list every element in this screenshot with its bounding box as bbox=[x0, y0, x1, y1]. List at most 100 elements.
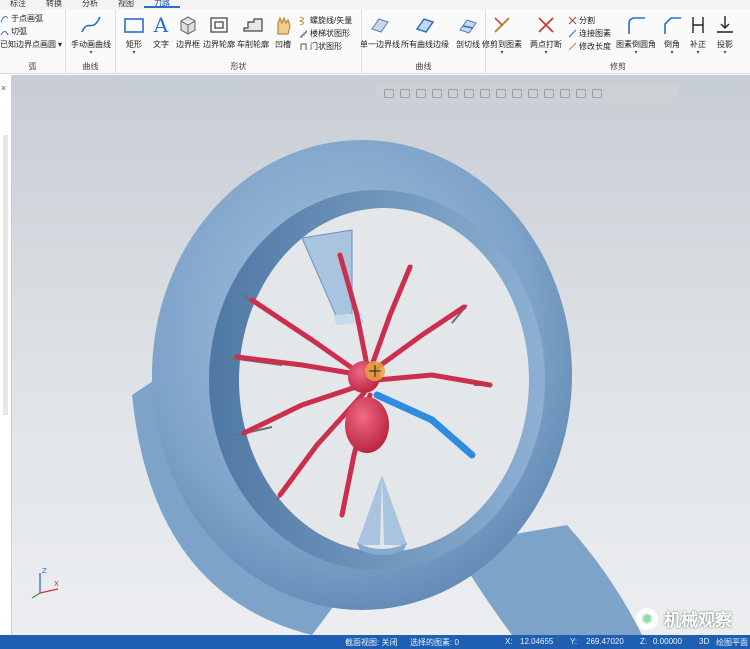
selected-count-status: 选择的图素: 0 bbox=[410, 638, 459, 647]
group-label-trim: 修剪 bbox=[610, 62, 626, 71]
x-coord-value: 12.04655 bbox=[520, 637, 554, 646]
fillet-entities-label: 图素倒圆角 bbox=[616, 40, 656, 49]
tab-transform[interactable]: 转换 bbox=[36, 0, 72, 8]
chevron-down-icon: ▾ bbox=[58, 40, 63, 49]
ribbon-group-curve: 手动画曲线 ▾ 曲线 bbox=[66, 10, 116, 74]
project-button[interactable]: 投影 ▾ bbox=[705, 14, 745, 57]
surface-edge-icon bbox=[369, 14, 391, 36]
modify-length-button[interactable]: 修改长度 bbox=[568, 41, 611, 52]
ribbon-tab-strip: 标注 转换 分析 视图 刀路 bbox=[0, 0, 750, 10]
fillet-entities-button[interactable]: 图素倒圆角 ▾ bbox=[616, 14, 656, 57]
tab-toolpaths[interactable]: 刀路 bbox=[144, 0, 180, 8]
svg-text:X: X bbox=[54, 580, 59, 588]
section-view-status[interactable]: 截面视图: 关闭 bbox=[345, 637, 397, 648]
arc-icon bbox=[0, 14, 9, 23]
stair-icon bbox=[299, 29, 308, 38]
ribbon-group-arc: 于点画弧 切弧 已知边界点画圆 ▾ 弧 bbox=[0, 10, 66, 74]
chevron-down-icon: ▾ bbox=[500, 50, 504, 56]
group-label-surface-curves: 曲线 bbox=[415, 62, 432, 71]
box-icon bbox=[177, 14, 199, 36]
door-shape-button[interactable]: 门状图形 bbox=[299, 41, 342, 52]
surface-all-edges-icon bbox=[414, 14, 436, 36]
axis-triad-icon: Z X bbox=[28, 565, 62, 603]
all-edges-curve-button[interactable]: 所有曲线边缘 bbox=[401, 14, 449, 50]
single-edge-curve-label: 单一边界线 bbox=[360, 40, 400, 49]
tab-view[interactable]: 视图 bbox=[108, 0, 144, 8]
divide-button[interactable]: 分割 bbox=[568, 15, 595, 26]
door-shape-label: 门状图形 bbox=[310, 42, 342, 51]
groove-label: 凹槽 bbox=[275, 40, 291, 49]
ribbon: 于点画弧 切弧 已知边界点画圆 ▾ 弧 手动画曲线 ▾ 曲线 矩形 ▾ A 文字 bbox=[0, 10, 750, 74]
ribbon-group-shape: 矩形 ▾ A 文字 边界框 边界轮廓 车削轮廓 凹槽 螺旋线/矢量 楼梯状图形 … bbox=[116, 10, 362, 74]
y-coord-value: 269.47020 bbox=[586, 637, 624, 646]
status-bar: 截面视图: 关闭 选择的图素: 0 X: 12.04655 Y: 269.470… bbox=[0, 635, 750, 649]
manual-curve-button[interactable]: 手动画曲线 ▾ bbox=[71, 14, 111, 57]
spider-abdomen bbox=[345, 397, 389, 453]
all-edges-curve-label: 所有曲线边缘 bbox=[401, 40, 449, 49]
chevron-down-icon: ▾ bbox=[89, 50, 93, 56]
boundary-contour-label: 边界轮廓 bbox=[203, 40, 235, 49]
close-icon[interactable]: × bbox=[1, 83, 6, 93]
chevron-down-icon: ▾ bbox=[634, 50, 638, 56]
graphics-viewport[interactable]: Z X ✻ 机械观察 bbox=[12, 75, 750, 635]
plane-status[interactable]: 绘图平面 bbox=[716, 637, 748, 648]
svg-text:Z: Z bbox=[42, 567, 47, 575]
chevron-down-icon: ▾ bbox=[544, 50, 548, 56]
z-coord-value: 0.00000 bbox=[653, 637, 682, 646]
section-curve-icon bbox=[457, 14, 479, 36]
rectangle-label: 矩形 bbox=[126, 40, 142, 49]
chevron-down-icon: ▾ bbox=[723, 50, 727, 56]
trim-icon bbox=[491, 14, 513, 36]
fillet-icon bbox=[625, 14, 647, 36]
chevron-down-icon: ▾ bbox=[132, 50, 136, 56]
section-curve-label: 剖切线 bbox=[456, 40, 480, 49]
group-label-curve: 曲线 bbox=[82, 62, 99, 71]
tab-annotate[interactable]: 标注 bbox=[0, 0, 36, 8]
text-label: 文字 bbox=[153, 40, 169, 49]
wechat-icon: ✻ bbox=[636, 607, 658, 630]
door-icon bbox=[299, 42, 308, 51]
tab-analyze[interactable]: 分析 bbox=[72, 0, 108, 8]
circle-edge-points-label: 已知边界点画圆 bbox=[0, 40, 56, 49]
circle-edge-points-button[interactable]: 已知边界点画圆 ▾ bbox=[0, 39, 62, 50]
divide-label: 分割 bbox=[579, 16, 595, 25]
break-two-pieces-button[interactable]: 两点打断 ▾ bbox=[526, 14, 566, 57]
panel-scrollbar[interactable] bbox=[3, 135, 8, 415]
tangent-arc-icon bbox=[0, 27, 9, 36]
spline-icon bbox=[80, 14, 102, 36]
x-coord-label: X: bbox=[505, 637, 513, 646]
watermark-text: 机械观察 bbox=[664, 611, 732, 630]
join-icon bbox=[568, 29, 577, 38]
groove-button[interactable]: 凹槽 bbox=[263, 14, 303, 50]
tangent-arc-label: 切弧 bbox=[11, 27, 27, 36]
mode-toggle[interactable]: 3D bbox=[699, 637, 709, 646]
chevron-down-icon: ▾ bbox=[670, 50, 674, 56]
helix-icon bbox=[299, 16, 308, 25]
project-label: 投影 bbox=[717, 40, 733, 49]
helix-label: 螺旋线/矢量 bbox=[310, 16, 353, 25]
modify-length-label: 修改长度 bbox=[579, 42, 611, 51]
stair-shape-button[interactable]: 楼梯状图形 bbox=[299, 28, 350, 39]
trim-to-entity-button[interactable]: 修剪到图素 ▾ bbox=[482, 14, 522, 57]
project-icon bbox=[714, 14, 736, 36]
bounding-box-label: 边界框 bbox=[176, 40, 200, 49]
ribbon-group-trim: 修剪到图素 ▾ 两点打断 ▾ 分割 连接图素 修改长度 图素倒圆角 ▾ 倒角 ▾… bbox=[482, 10, 750, 74]
y-coord-label: Y: bbox=[570, 637, 578, 646]
single-edge-curve-button[interactable]: 单一边界线 bbox=[360, 14, 400, 50]
group-label-arc: 弧 bbox=[28, 62, 37, 71]
length-icon bbox=[568, 42, 577, 51]
helix-button[interactable]: 螺旋线/矢量 bbox=[299, 15, 352, 26]
z-coord-label: Z: bbox=[640, 637, 648, 646]
hand-icon bbox=[272, 14, 294, 36]
join-entities-label: 连接图素 bbox=[579, 29, 611, 38]
tangent-arc-button[interactable]: 切弧 bbox=[0, 26, 27, 37]
join-entities-button[interactable]: 连接图素 bbox=[568, 28, 611, 39]
stair-shape-label: 楼梯状图形 bbox=[310, 29, 350, 38]
model-scene bbox=[132, 140, 642, 635]
manual-curve-label: 手动画曲线 bbox=[71, 40, 111, 49]
chevron-down-icon: ▾ bbox=[696, 50, 700, 56]
contour-icon bbox=[208, 14, 230, 36]
watermark: ✻ 机械观察 bbox=[636, 606, 732, 631]
trim-to-entity-label: 修剪到图素 bbox=[482, 40, 522, 49]
arc-tangent-point-button[interactable]: 于点画弧 bbox=[0, 13, 43, 24]
